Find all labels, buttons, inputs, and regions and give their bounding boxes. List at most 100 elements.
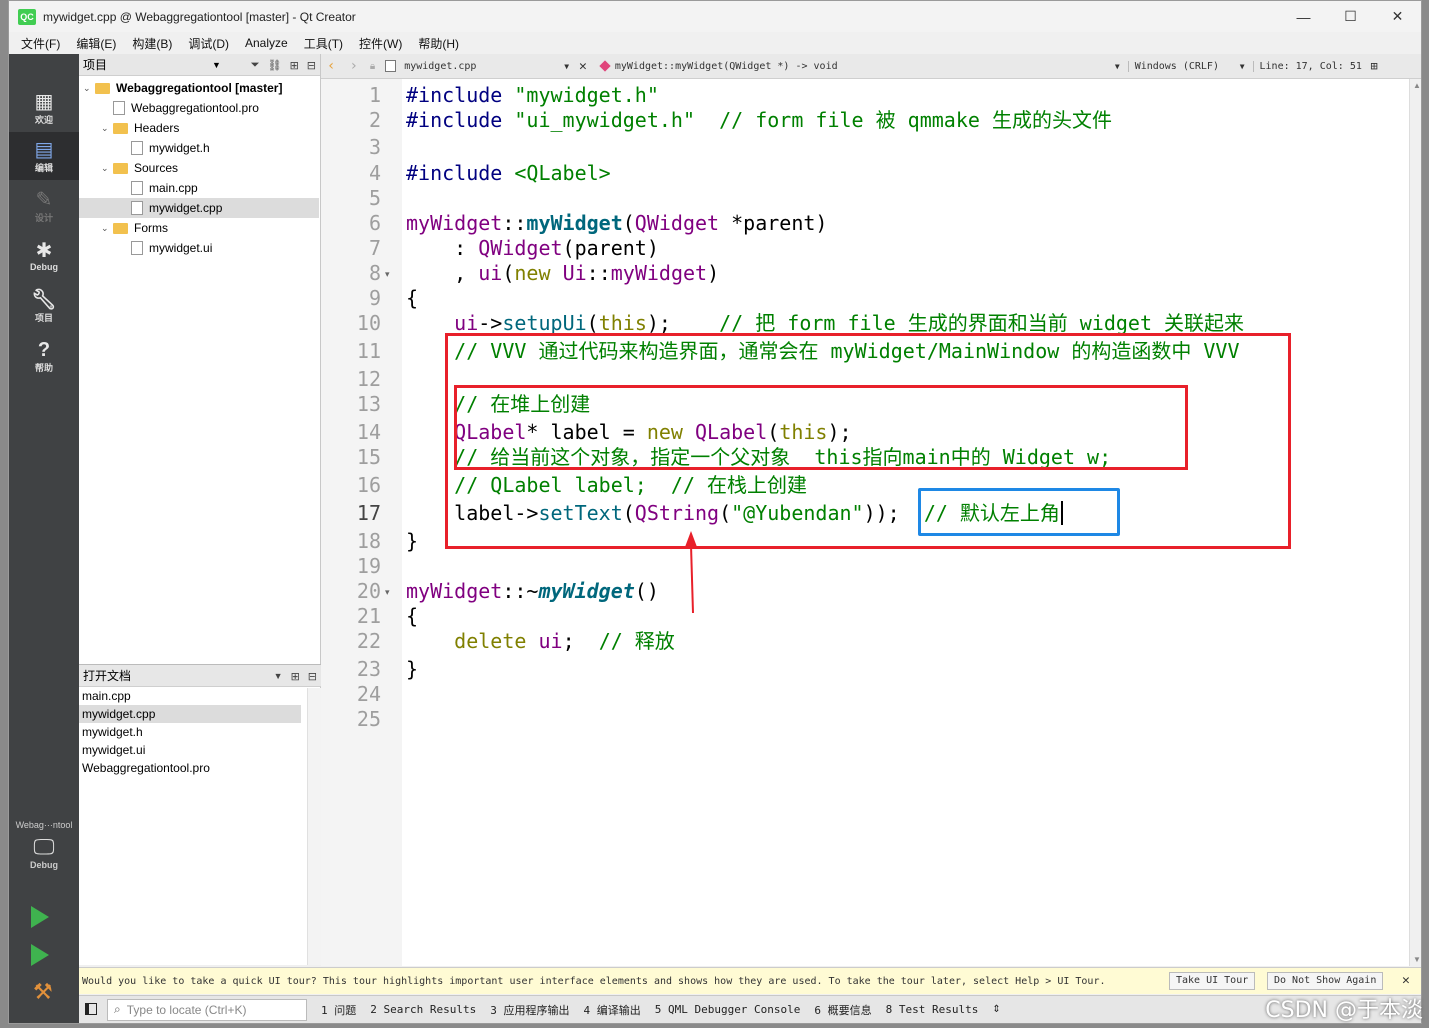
close-tour-icon[interactable]: ✕	[1402, 973, 1410, 988]
cursor-position[interactable]: Line: 17, Col: 51	[1252, 60, 1371, 72]
split-icon[interactable]: ⊞	[291, 670, 300, 683]
tree-item[interactable]: mywidget.cpp	[79, 198, 319, 218]
tree-item[interactable]: mywidget.h	[79, 138, 319, 158]
open-document-item[interactable]: main.cpp	[79, 687, 301, 705]
mode-design[interactable]: ✎ 设计	[9, 182, 79, 230]
close-pane-icon[interactable]: ⊟	[307, 59, 316, 72]
close-window-button[interactable]: ✕	[1374, 1, 1421, 32]
menu-help[interactable]: 帮助(H)	[410, 35, 467, 52]
kit-selector[interactable]: Webag···ntool 🖵︎ Debug	[9, 820, 79, 870]
open-documents-pane: 打开文档 ▼ ⊞ ⊟ main.cpp mywidget.cpp mywidget.…	[79, 664, 321, 965]
tree-item[interactable]: Webaggregationtool.pro	[79, 98, 319, 118]
tree-item-label: Sources	[134, 161, 179, 175]
tree-item-label: mywidget.cpp	[149, 201, 223, 215]
filter-icon[interactable]: ⏷	[251, 59, 260, 72]
toggle-sidebar-icon[interactable]	[85, 1003, 97, 1015]
build-hammer-icon[interactable]: ⚒︎	[33, 979, 53, 1005]
file-icon	[131, 201, 143, 215]
expand-arrow-icon[interactable]: ⌄	[83, 83, 95, 94]
line-ending-dropdown-icon[interactable]: ▼	[1240, 62, 1245, 71]
current-file-selector[interactable]: mywidget.cpp	[404, 61, 564, 72]
locator-placeholder: Type to locate (Ctrl+K)	[126, 1002, 247, 1017]
pane-issues[interactable]: 1 问题	[321, 1002, 356, 1018]
mode-help[interactable]: ? 帮助	[9, 332, 79, 380]
expand-arrow-icon[interactable]: ⌄	[101, 223, 113, 234]
close-document-icon[interactable]: ✕	[579, 59, 587, 74]
menu-build[interactable]: 构建(B)	[124, 35, 180, 52]
tour-message: Would you like to take a quick UI tour? …	[82, 975, 1106, 987]
open-docs-dropdown-icon[interactable]: ▼	[274, 671, 283, 681]
watermark: CSDN @于本淡	[1265, 998, 1423, 1023]
pane-test-results[interactable]: 8 Test Results	[886, 1003, 979, 1016]
pane-compile-output[interactable]: 4 编译输出	[583, 1002, 640, 1018]
split-editor-icon[interactable]: ⊞	[1371, 59, 1378, 73]
menu-file[interactable]: 文件(F)	[13, 35, 68, 52]
tree-item[interactable]: ⌄ Forms	[79, 218, 319, 238]
close-pane-icon[interactable]: ⊟	[308, 670, 317, 683]
project-pane: 项目 ▼ ⏷ ⛓︎ ⊞ ⊟ ⌄ Webaggregationtool [maste…	[79, 54, 321, 965]
tree-item[interactable]: mywidget.ui	[79, 238, 319, 258]
open-documents-title: 打开文档	[83, 669, 132, 683]
pencil-icon: ✎	[35, 188, 53, 211]
open-document-item[interactable]: mywidget.ui	[79, 741, 301, 759]
mode-edit[interactable]: ▤ 编辑	[9, 132, 79, 180]
back-icon[interactable]: ‹	[327, 58, 335, 74]
symbol-dropdown-icon[interactable]: ▼	[1115, 62, 1120, 71]
tree-item-label: Headers	[134, 121, 180, 135]
tree-item[interactable]: ⌄ Webaggregationtool [master]	[79, 78, 319, 98]
menu-analyze[interactable]: Analyze	[237, 36, 296, 50]
annotation-arrow	[685, 531, 697, 614]
do-not-show-again-button[interactable]: Do Not Show Again	[1267, 972, 1384, 990]
open-document-item[interactable]: Webaggregationtool.pro	[79, 759, 301, 777]
pane-application-output[interactable]: 3 应用程序输出	[490, 1002, 569, 1018]
folder-icon	[113, 162, 128, 174]
tree-item[interactable]: main.cpp	[79, 178, 319, 198]
tree-item-label: Webaggregationtool.pro	[131, 101, 259, 115]
open-document-item[interactable]: mywidget.h	[79, 723, 301, 741]
file-icon	[131, 241, 143, 255]
folder-icon	[95, 82, 110, 94]
menu-debug[interactable]: 调试(D)	[180, 35, 237, 52]
expand-arrow-icon[interactable]: ⌄	[101, 123, 113, 134]
pane-qml-debugger-console[interactable]: 5 QML Debugger Console	[655, 1003, 801, 1016]
mode-debug[interactable]: ✱ Debug	[9, 232, 79, 280]
run-button[interactable]	[31, 906, 49, 928]
open-document-item[interactable]: mywidget.cpp	[79, 705, 301, 723]
menu-edit[interactable]: 编辑(E)	[68, 35, 124, 52]
title-bar: QC mywidget.cpp @ Webaggregationtool [ma…	[9, 1, 1421, 32]
tree-item[interactable]: ⌄ Sources	[79, 158, 319, 178]
line-ending-selector[interactable]: Windows (CRLF)	[1127, 60, 1240, 72]
status-bar: ⌕ Type to locate (Ctrl+K) 1 问题 2 Search …	[79, 995, 1421, 1023]
menu-tools[interactable]: 工具(T)	[296, 35, 351, 52]
file-icon	[385, 60, 397, 72]
symbol-selector[interactable]: myWidget::myWidget(QWidget *) -> void	[615, 61, 1115, 72]
file-dropdown-icon[interactable]: ▼	[564, 62, 569, 71]
mode-projects[interactable]: 🔧︎ 项目	[9, 282, 79, 330]
editor-toolbar: ‹ › 🔒︎ mywidget.cpp ▼ ✕ myWidget::myWidg…	[321, 54, 1421, 79]
menu-bar: 文件(F) 编辑(E) 构建(B) 调试(D) Analyze 工具(T) 控件…	[9, 32, 1421, 54]
tree-item[interactable]: ⌄ Headers	[79, 118, 319, 138]
more-panes-icon[interactable]: ⇕	[992, 1004, 1000, 1015]
pane-search-results[interactable]: 2 Search Results	[370, 1003, 476, 1016]
pane-general-messages[interactable]: 6 概要信息	[814, 1002, 871, 1018]
take-ui-tour-button[interactable]: Take UI Tour	[1169, 972, 1256, 990]
edit-icon: ▤	[34, 138, 54, 161]
project-pane-title: 项目	[83, 58, 108, 72]
split-icon[interactable]: ⊞	[290, 59, 299, 72]
tree-item-label: mywidget.ui	[149, 241, 213, 255]
mode-welcome[interactable]: ▦ 欢迎	[9, 84, 79, 132]
link-icon[interactable]: ⛓︎	[268, 59, 282, 72]
expand-arrow-icon[interactable]: ⌄	[101, 163, 113, 174]
project-view-dropdown-icon[interactable]: ▼	[212, 60, 221, 70]
debug-run-button[interactable]	[31, 944, 49, 966]
lock-icon: 🔒︎	[369, 60, 376, 72]
locator-input[interactable]: ⌕ Type to locate (Ctrl+K)	[107, 998, 307, 1021]
kit-build-mode: Debug	[30, 860, 58, 870]
kit-name: Webag···ntool	[15, 820, 73, 830]
code-editor[interactable]: 1 2 3 4 5 6 7 8 ▾ 9 10 11 12 13 14 15 16 17 18 19 20 ▾ 21 22 23 2…	[321, 79, 1421, 966]
open-docs-scrollbar[interactable]	[307, 688, 321, 965]
minimize-button[interactable]: —	[1280, 1, 1327, 32]
forward-icon[interactable]: ›	[349, 58, 357, 74]
menu-widgets[interactable]: 控件(W)	[351, 35, 410, 52]
maximize-button[interactable]: ☐	[1327, 1, 1374, 32]
